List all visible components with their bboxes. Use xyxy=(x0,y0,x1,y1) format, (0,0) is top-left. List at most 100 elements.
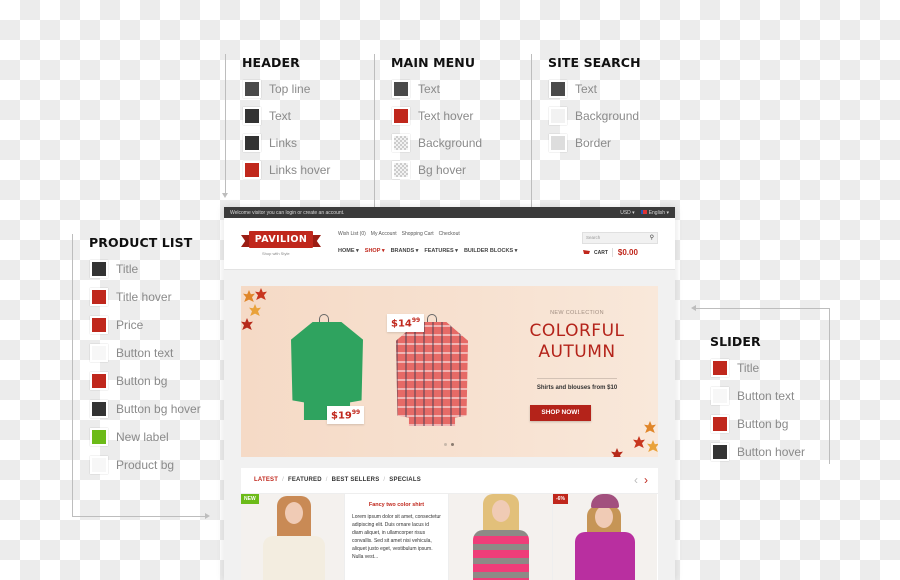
menu-item-builder-blocks[interactable]: BUILDER BLOCKS ▾ xyxy=(464,248,517,254)
chevron-right-icon[interactable]: › xyxy=(644,473,648,487)
logo-tagline: Shop with Style xyxy=(262,251,290,256)
model-sweater xyxy=(575,532,635,580)
autumn-leaf-decoration xyxy=(241,318,253,330)
color-swatch[interactable] xyxy=(243,80,261,98)
tab-latest[interactable]: LATEST xyxy=(254,477,278,483)
flag-icon xyxy=(640,210,647,215)
legend-label: Text hover xyxy=(418,109,474,123)
product-card[interactable] xyxy=(449,494,553,580)
chevron-left-icon[interactable]: ‹ xyxy=(634,473,638,487)
color-swatch[interactable] xyxy=(549,107,567,125)
color-swatch[interactable] xyxy=(711,387,729,405)
color-swatch[interactable] xyxy=(90,400,108,418)
legend-label: Background xyxy=(575,109,640,123)
color-swatch[interactable] xyxy=(90,316,108,334)
sale-label: -6% xyxy=(553,494,568,504)
slider-pagination xyxy=(444,443,454,446)
site-search-legend-item: Background xyxy=(549,106,639,126)
price-tag-main: $19 xyxy=(331,410,352,422)
cart-total: $0.00 xyxy=(611,248,638,257)
logo[interactable]: PAVILION xyxy=(241,231,321,248)
color-swatch[interactable] xyxy=(711,443,729,461)
swatch-color xyxy=(551,109,565,123)
wishlist-link[interactable]: Wish List (0) xyxy=(338,231,366,237)
header-legend-title: HEADER xyxy=(242,55,300,70)
color-swatch[interactable] xyxy=(392,134,410,152)
legend-label: Bg hover xyxy=(418,163,467,177)
product-card-featured[interactable]: Fancy two color shirt Lorem ipsum dolor … xyxy=(345,494,449,580)
main-menu-legend-item: Background xyxy=(392,133,482,153)
product-title[interactable]: Fancy two color shirt xyxy=(352,502,441,508)
product-text: Lorem ipsum dolor sit amet, consectetur … xyxy=(352,514,441,560)
search-icon[interactable]: ⚲ xyxy=(650,233,654,243)
my-account-link[interactable]: My Account xyxy=(371,231,397,237)
legend-label: New label xyxy=(116,430,169,444)
language-label: English ▾ xyxy=(648,209,669,216)
color-swatch[interactable] xyxy=(549,80,567,98)
swatch-color xyxy=(713,389,727,403)
color-swatch[interactable] xyxy=(90,456,108,474)
product-list-legend-item: Product bg xyxy=(90,455,174,475)
tab-best-sellers[interactable]: BEST SELLERS xyxy=(332,477,380,483)
price-tag-green-shirt: $1999 xyxy=(327,406,365,425)
model-face xyxy=(285,502,303,524)
slider-dot-1[interactable] xyxy=(444,443,447,446)
color-swatch[interactable] xyxy=(243,134,261,152)
color-swatch[interactable] xyxy=(711,359,729,377)
legend-label: Product bg xyxy=(116,458,175,472)
color-swatch[interactable] xyxy=(90,288,108,306)
menu-item-home[interactable]: HOME ▾ xyxy=(338,248,359,254)
color-swatch[interactable] xyxy=(90,428,108,446)
hero-slider: $1999 $1499 NEW COLLECTION COLORFUL AUTU… xyxy=(241,286,658,457)
main-menu: HOME ▾ SHOP ▾ BRANDS ▾ FEATURES ▾ BUILDE… xyxy=(338,248,517,254)
shop-now-button[interactable]: SHOP NOW! xyxy=(530,405,591,421)
menu-item-features[interactable]: FEATURES ▾ xyxy=(424,248,458,254)
price-tag-cents: 99 xyxy=(351,409,361,416)
swatch-color xyxy=(394,163,408,177)
language-selector[interactable]: English ▾ xyxy=(640,209,669,216)
menu-item-brands[interactable]: BRANDS ▾ xyxy=(391,248,419,254)
menu-item-shop[interactable]: SHOP ▾ xyxy=(365,248,385,254)
color-swatch[interactable] xyxy=(549,134,567,152)
color-swatch[interactable] xyxy=(243,161,261,179)
site-search-legend-item: Text xyxy=(549,79,597,99)
slider-connector-line xyxy=(829,308,830,464)
tab-featured[interactable]: FEATURED xyxy=(288,477,322,483)
legend-label: Button bg xyxy=(116,374,168,388)
price-tag-cents: 99 xyxy=(411,317,421,324)
product-list-connector-hline xyxy=(72,516,206,517)
slide-title-line-1: COLORFUL xyxy=(529,321,625,341)
search-input[interactable]: Search ⚲ xyxy=(582,232,658,244)
color-swatch[interactable] xyxy=(392,161,410,179)
color-swatch[interactable] xyxy=(392,80,410,98)
product-list-legend-item: Button bg hover xyxy=(90,399,201,419)
color-swatch[interactable] xyxy=(711,415,729,433)
product-image xyxy=(449,494,552,580)
legend-label: Border xyxy=(575,136,612,150)
price-tag-main: $14 xyxy=(391,318,412,330)
currency-selector[interactable]: USD ▾ xyxy=(620,210,634,216)
model-hat xyxy=(591,494,619,508)
color-swatch[interactable] xyxy=(90,260,108,278)
product-list-legend-item: Button text xyxy=(90,343,173,363)
product-card[interactable]: -6% xyxy=(553,494,657,580)
product-card[interactable]: NEW xyxy=(241,494,345,580)
slide-description: Shirts and blouses from $10 xyxy=(536,385,618,391)
tab-separator: / xyxy=(282,477,284,483)
main-menu-legend-title: MAIN MENU xyxy=(391,55,476,70)
tab-specials[interactable]: SPECIALS xyxy=(389,477,421,483)
autumn-leaf-decoration xyxy=(255,288,267,300)
color-swatch[interactable] xyxy=(243,107,261,125)
new-label: NEW xyxy=(241,494,259,504)
legend-label: Button text xyxy=(737,389,795,403)
checkout-link[interactable]: Checkout xyxy=(439,231,460,237)
cart-summary[interactable]: CART $0.00 xyxy=(583,248,638,257)
color-swatch[interactable] xyxy=(90,372,108,390)
shopping-cart-link[interactable]: Shopping Cart xyxy=(402,231,434,237)
legend-label: Title hover xyxy=(116,290,172,304)
slider-dot-2[interactable] xyxy=(451,443,454,446)
color-swatch[interactable] xyxy=(90,344,108,362)
swatch-color xyxy=(713,445,727,459)
color-swatch[interactable] xyxy=(392,107,410,125)
main-menu-legend-item: Text xyxy=(392,79,440,99)
